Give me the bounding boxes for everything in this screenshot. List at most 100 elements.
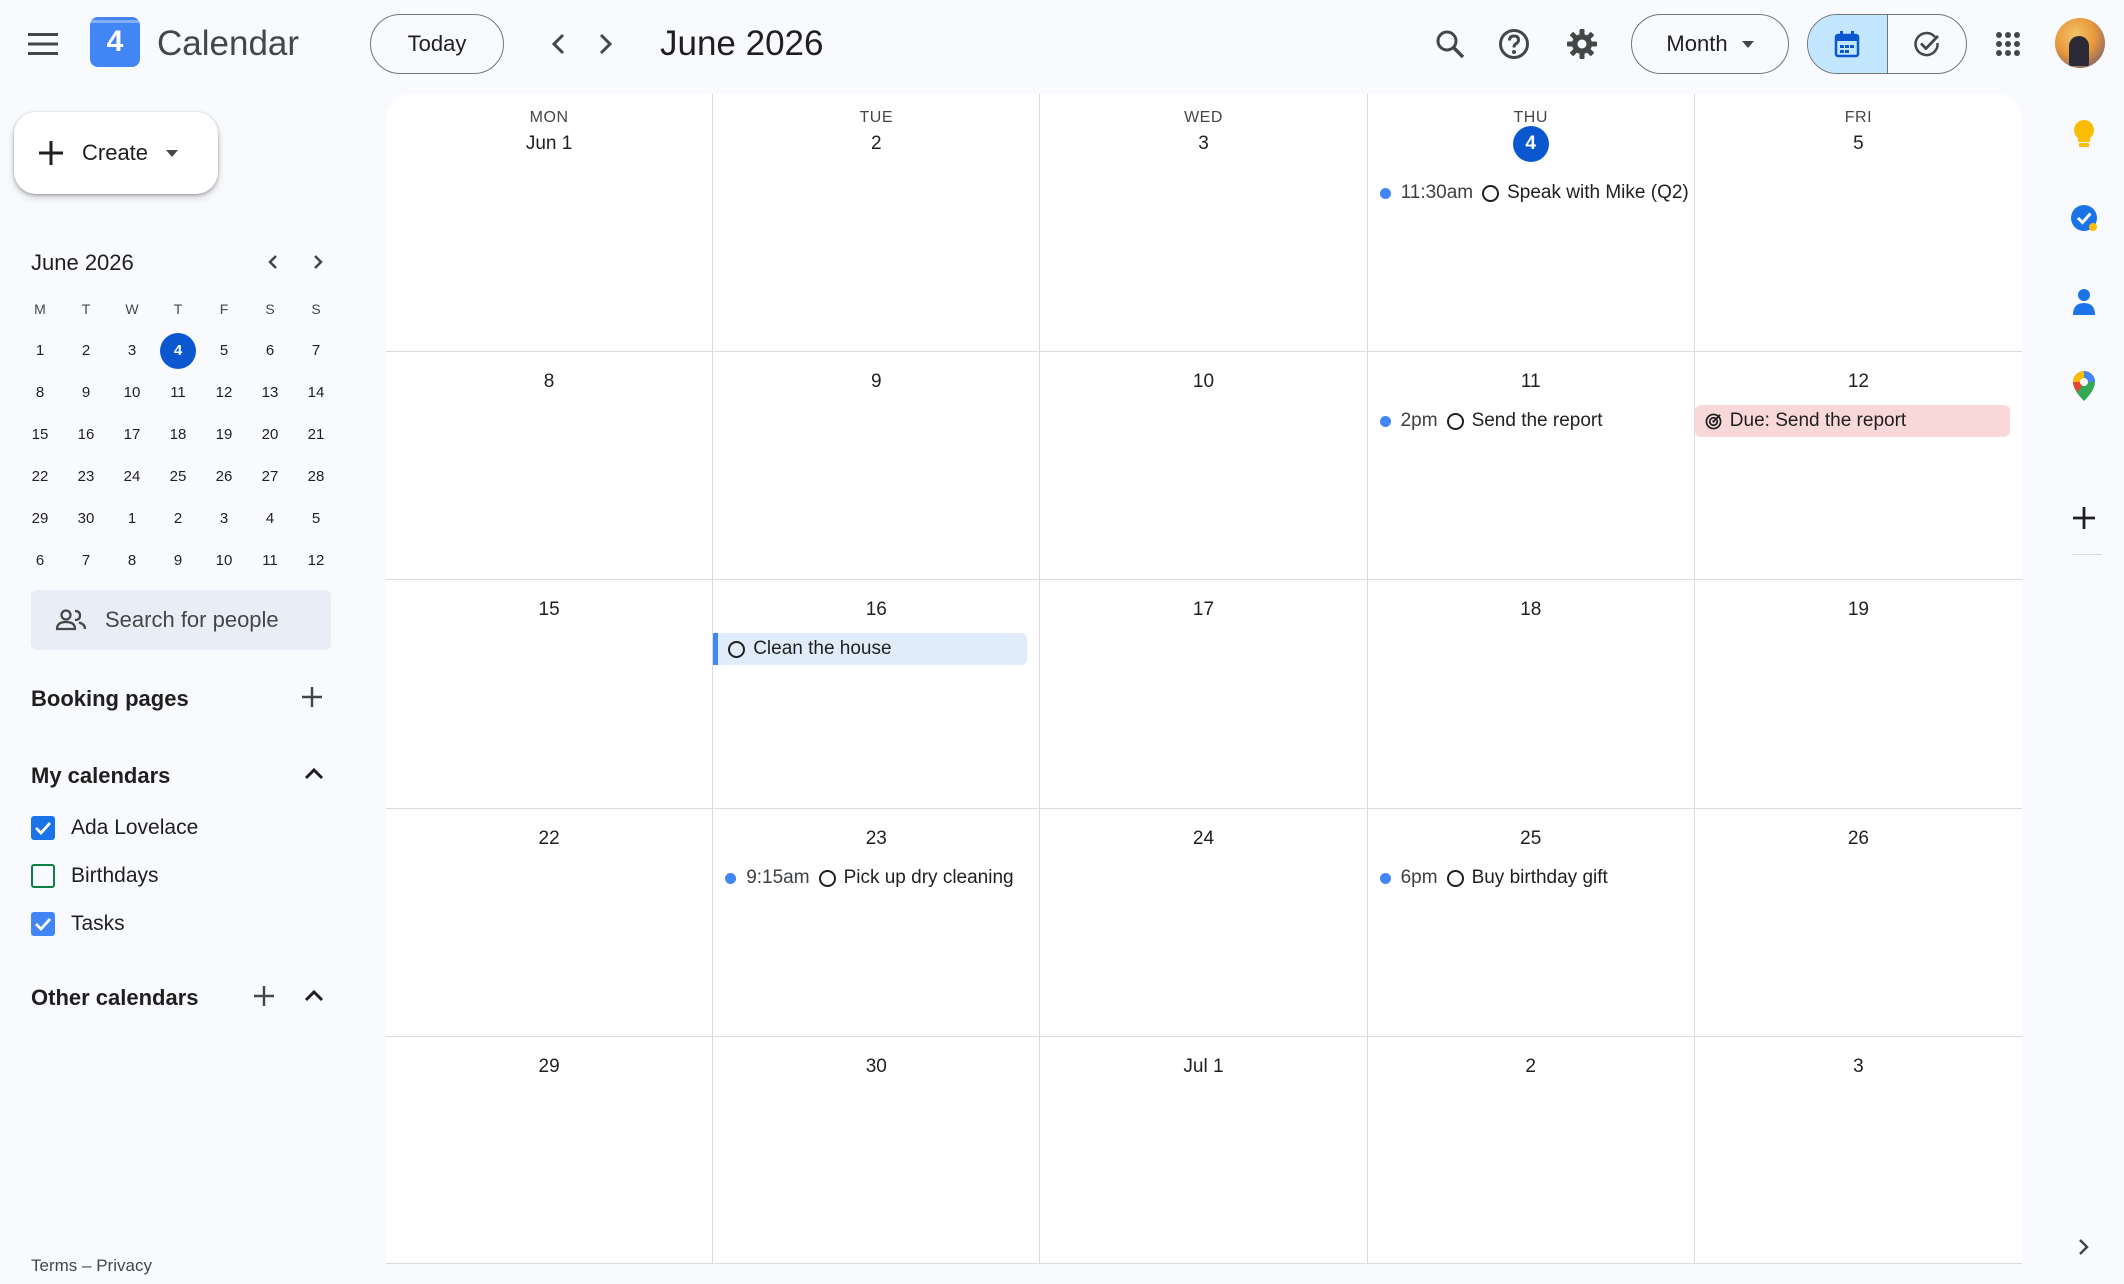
mini-day[interactable]: 7	[63, 543, 109, 579]
day-number[interactable]: 12	[1695, 367, 2022, 397]
tasks-panel-button[interactable]	[2064, 198, 2104, 238]
day-cell[interactable]: 17	[1040, 580, 1368, 809]
event-buy-birthday-gift[interactable]: 6pm Buy birthday gift	[1379, 863, 1684, 893]
mini-day[interactable]: 19	[201, 417, 247, 453]
search-button[interactable]	[1422, 16, 1478, 72]
mini-day[interactable]: 29	[17, 501, 63, 537]
day-number[interactable]: 16	[713, 595, 1039, 625]
hide-side-panel-button[interactable]	[2064, 1227, 2104, 1267]
day-number[interactable]: 11	[1368, 367, 1694, 397]
checkbox-checked-icon[interactable]	[31, 912, 55, 936]
day-number[interactable]: Jul 1	[1040, 1052, 1366, 1082]
mini-day[interactable]: 28	[293, 459, 339, 495]
mini-day[interactable]: 9	[63, 375, 109, 411]
event-pick-up-dry-cleaning[interactable]: 9:15am Pick up dry cleaning	[725, 863, 1029, 893]
mini-day[interactable]: 7	[293, 333, 339, 369]
mini-day[interactable]: 10	[109, 375, 155, 411]
event-due-send-the-report[interactable]: Due: Send the report	[1694, 405, 2010, 437]
day-number[interactable]: 3	[1040, 129, 1366, 159]
day-cell[interactable]: 24	[1040, 809, 1368, 1037]
my-calendars-title[interactable]: My calendars	[31, 763, 170, 789]
day-cell[interactable]: 19	[1694, 580, 2022, 809]
day-number[interactable]: 17	[1040, 595, 1366, 625]
day-number[interactable]: 10	[1040, 367, 1366, 397]
mini-day[interactable]: 23	[63, 459, 109, 495]
mini-day[interactable]: 8	[109, 543, 155, 579]
checkbox-checked-icon[interactable]	[31, 816, 55, 840]
other-calendars-title[interactable]: Other calendars	[31, 985, 199, 1011]
mini-day[interactable]: 18	[155, 417, 201, 453]
day-cell[interactable]: 8	[386, 352, 714, 580]
mini-prev-month-button[interactable]	[255, 244, 291, 280]
day-cell[interactable]: MON Jun 1	[386, 94, 714, 352]
today-button[interactable]: Today	[370, 14, 504, 74]
day-number[interactable]: Jun 1	[386, 129, 712, 159]
mini-day[interactable]: 24	[109, 459, 155, 495]
day-number[interactable]: 19	[1695, 595, 2022, 625]
mini-next-month-button[interactable]	[300, 244, 336, 280]
day-cell[interactable]: 16 Clean the house	[713, 580, 1041, 809]
mini-day[interactable]: 1	[109, 501, 155, 537]
collapse-my-calendars-button[interactable]	[296, 756, 332, 792]
day-number[interactable]: 26	[1695, 824, 2022, 854]
day-cell[interactable]: 9	[713, 352, 1041, 580]
mini-day[interactable]: 1	[17, 333, 63, 369]
mini-day[interactable]: 26	[201, 459, 247, 495]
day-number[interactable]: 8	[386, 367, 712, 397]
day-number-today[interactable]: 4	[1368, 126, 1694, 162]
mini-day[interactable]: 2	[63, 333, 109, 369]
mini-day[interactable]: 12	[293, 543, 339, 579]
mini-day[interactable]: 2	[155, 501, 201, 537]
next-period-button[interactable]	[578, 16, 634, 72]
create-button[interactable]: Create	[14, 112, 218, 194]
account-avatar[interactable]	[2055, 18, 2105, 68]
mini-day[interactable]: 3	[201, 501, 247, 537]
contacts-panel-button[interactable]	[2064, 282, 2104, 322]
get-add-ons-button[interactable]	[2064, 498, 2104, 538]
day-cell[interactable]: 12 Due: Send the report	[1694, 352, 2022, 580]
main-menu-button[interactable]	[15, 16, 71, 72]
mini-day[interactable]: 4	[247, 501, 293, 537]
day-number[interactable]: 5	[1695, 129, 2022, 159]
day-number[interactable]: 3	[1695, 1052, 2022, 1082]
day-number[interactable]: 23	[713, 824, 1039, 854]
day-number[interactable]: 18	[1368, 595, 1694, 625]
mini-day[interactable]: 20	[247, 417, 293, 453]
mini-day[interactable]: 30	[63, 501, 109, 537]
day-cell[interactable]: 15	[386, 580, 714, 809]
mini-day[interactable]: 5	[293, 501, 339, 537]
day-number[interactable]: 29	[386, 1052, 712, 1082]
day-number[interactable]: 2	[1368, 1052, 1694, 1082]
calendar-item-birthdays[interactable]: Birthdays	[31, 864, 159, 888]
mini-day[interactable]: 10	[201, 543, 247, 579]
day-cell-today[interactable]: THU 4 11:30am Speak with Mike (Q2)	[1367, 94, 1695, 352]
day-number[interactable]: 9	[713, 367, 1039, 397]
terms-link[interactable]: Terms	[31, 1256, 77, 1275]
settings-button[interactable]	[1554, 16, 1610, 72]
day-number[interactable]: 30	[713, 1052, 1039, 1082]
mini-day[interactable]: 16	[63, 417, 109, 453]
event-send-the-report[interactable]: 2pm Send the report	[1379, 406, 1684, 436]
mini-day[interactable]: 3	[109, 333, 155, 369]
mini-day[interactable]: 17	[109, 417, 155, 453]
mini-day[interactable]: 13	[247, 375, 293, 411]
day-cell[interactable]: 26	[1694, 809, 2022, 1037]
tasks-view-toggle[interactable]	[1888, 15, 1967, 73]
day-cell[interactable]: 25 6pm Buy birthday gift	[1367, 809, 1695, 1037]
day-cell[interactable]: 18	[1367, 580, 1695, 809]
maps-panel-button[interactable]	[2064, 366, 2104, 406]
add-booking-page-button[interactable]	[294, 679, 330, 715]
privacy-link[interactable]: Privacy	[96, 1256, 152, 1275]
help-button[interactable]	[1486, 16, 1542, 72]
view-switcher-button[interactable]: Month	[1631, 14, 1789, 74]
mini-day[interactable]: 6	[247, 333, 293, 369]
day-cell[interactable]: 2	[1368, 1037, 1695, 1263]
day-cell[interactable]: FRI 5	[1694, 94, 2022, 352]
day-cell[interactable]: 10	[1040, 352, 1368, 580]
mini-day[interactable]: 11	[247, 543, 293, 579]
day-cell[interactable]: 30	[713, 1037, 1041, 1263]
checkbox-unchecked-icon[interactable]	[31, 864, 55, 888]
search-people-input[interactable]: Search for people	[31, 590, 331, 650]
mini-day-today[interactable]: 4	[155, 333, 201, 369]
calendar-view-toggle[interactable]	[1808, 15, 1888, 73]
